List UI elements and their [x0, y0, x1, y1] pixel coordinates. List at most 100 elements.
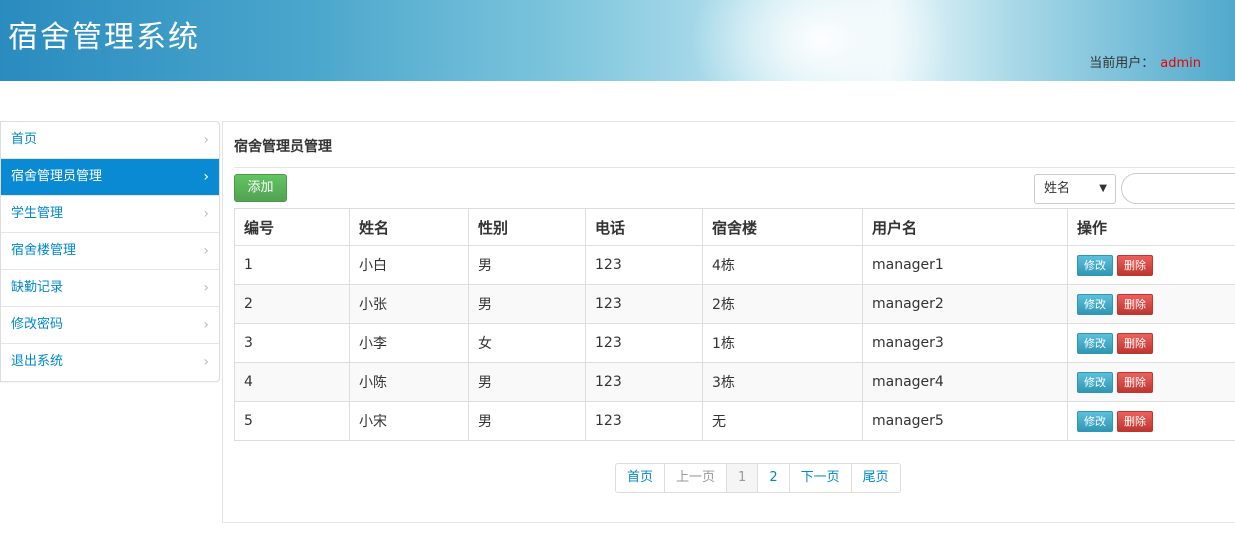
chevron-right-icon: › — [203, 132, 209, 148]
caret-down-icon: ▼ — [1099, 183, 1107, 194]
cell-username: manager4 — [862, 362, 1068, 402]
header-banner: 宿舍管理系统 当前用户： admin — [0, 0, 1235, 81]
current-user-label: 当前用户： — [1089, 56, 1155, 71]
sidebar-item-dorm-manager[interactable]: 宿舍管理员管理 › — [1, 159, 219, 196]
edit-button[interactable]: 修改 — [1077, 332, 1113, 354]
column-header: 宿舍楼 — [702, 208, 863, 246]
delete-button[interactable]: 删除 — [1117, 410, 1153, 432]
chevron-right-icon: › — [203, 169, 209, 185]
column-header: 操作 — [1067, 208, 1235, 246]
edit-button[interactable]: 修改 — [1077, 254, 1113, 276]
table-row: 3 小李 女 123 1栋 manager3 修改 删除 — [234, 323, 1235, 363]
cell-building: 4栋 — [702, 245, 863, 285]
page-number-link[interactable]: 2 — [757, 464, 788, 492]
page-next-link[interactable]: 下一页 — [788, 464, 851, 492]
cell-building: 2栋 — [702, 284, 863, 324]
cell-gender: 男 — [468, 284, 586, 324]
cell-id: 1 — [234, 245, 350, 285]
table-row: 2 小张 男 123 2栋 manager2 修改 删除 — [234, 284, 1235, 324]
cell-gender: 男 — [468, 245, 586, 285]
table-row: 1 小白 男 123 4栋 manager1 修改 删除 — [234, 245, 1235, 285]
table-header-row: 编号 姓名 性别 电话 宿舍楼 用户名 操作 — [234, 208, 1235, 246]
delete-button[interactable]: 删除 — [1117, 254, 1153, 276]
page-number-current: 1 — [726, 464, 758, 492]
add-button[interactable]: 添加 — [234, 174, 287, 202]
app-title: 宿舍管理系统 — [8, 20, 200, 55]
chevron-right-icon: › — [203, 280, 209, 296]
cell-phone: 123 — [585, 284, 703, 324]
cell-building: 无 — [702, 401, 863, 441]
sidebar-item-logout[interactable]: 退出系统 › — [1, 344, 219, 381]
sidebar-item-label: 学生管理 — [11, 206, 64, 221]
column-header: 编号 — [234, 208, 350, 246]
page-title: 宿舍管理员管理 — [234, 139, 332, 155]
column-header: 用户名 — [862, 208, 1068, 246]
current-user-name: admin — [1160, 56, 1201, 71]
cell-actions: 修改 删除 — [1067, 245, 1235, 285]
sidebar-item-label: 首页 — [11, 132, 38, 147]
sidebar-item-label: 修改密码 — [11, 317, 64, 332]
main-panel: 宿舍管理员管理 添加 姓名 ▼ 编号 姓名 性别 电话 宿舍楼 用户名 操作 1… — [222, 121, 1235, 523]
sidebar-item-label: 退出系统 — [11, 354, 64, 369]
cell-actions: 修改 删除 — [1067, 401, 1235, 441]
chevron-right-icon: › — [203, 354, 209, 370]
cell-phone: 123 — [585, 362, 703, 402]
cell-gender: 女 — [468, 323, 586, 363]
delete-button[interactable]: 删除 — [1117, 332, 1153, 354]
pagination: 首页 上一页 1 2 下一页 尾页 — [615, 463, 901, 493]
cell-phone: 123 — [585, 401, 703, 441]
cell-id: 5 — [234, 401, 350, 441]
page-last-link[interactable]: 尾页 — [850, 464, 900, 492]
cell-actions: 修改 删除 — [1067, 323, 1235, 363]
page-prev-link: 上一页 — [664, 464, 726, 492]
cell-phone: 123 — [585, 323, 703, 363]
sidebar-item-label: 宿舍楼管理 — [11, 243, 77, 258]
cell-actions: 修改 删除 — [1067, 284, 1235, 324]
divider — [234, 167, 1235, 168]
sidebar-item-students[interactable]: 学生管理 › — [1, 196, 219, 233]
cell-id: 3 — [234, 323, 350, 363]
delete-button[interactable]: 删除 — [1117, 371, 1153, 393]
edit-button[interactable]: 修改 — [1077, 371, 1113, 393]
column-header: 姓名 — [349, 208, 469, 246]
cell-actions: 修改 删除 — [1067, 362, 1235, 402]
sidebar-item-label: 宿舍管理员管理 — [11, 169, 103, 184]
sidebar-item-buildings[interactable]: 宿舍楼管理 › — [1, 233, 219, 270]
sidebar-nav: 首页 › 宿舍管理员管理 › 学生管理 › 宿舍楼管理 › 缺勤记录 › 修改密… — [0, 121, 220, 382]
sidebar-item-label: 缺勤记录 — [11, 280, 64, 295]
search-field-value: 姓名 — [1044, 181, 1071, 196]
sidebar-item-home[interactable]: 首页 › — [1, 122, 219, 159]
column-header: 性别 — [468, 208, 586, 246]
chevron-right-icon: › — [203, 243, 209, 259]
cell-name: 小陈 — [349, 362, 469, 402]
cell-building: 3栋 — [702, 362, 863, 402]
table-row: 4 小陈 男 123 3栋 manager4 修改 删除 — [234, 362, 1235, 402]
edit-button[interactable]: 修改 — [1077, 410, 1113, 432]
delete-button[interactable]: 删除 — [1117, 293, 1153, 315]
cell-username: manager2 — [862, 284, 1068, 324]
search-input[interactable] — [1121, 173, 1235, 204]
cell-building: 1栋 — [702, 323, 863, 363]
cell-name: 小白 — [349, 245, 469, 285]
sidebar-item-password[interactable]: 修改密码 › — [1, 307, 219, 344]
cell-phone: 123 — [585, 245, 703, 285]
page-first-link[interactable]: 首页 — [616, 464, 664, 492]
column-header: 电话 — [585, 208, 703, 246]
edit-button[interactable]: 修改 — [1077, 293, 1113, 315]
cell-name: 小张 — [349, 284, 469, 324]
current-user-info: 当前用户： admin — [1089, 52, 1201, 71]
cell-id: 2 — [234, 284, 350, 324]
cell-name: 小宋 — [349, 401, 469, 441]
chevron-right-icon: › — [203, 206, 209, 222]
cell-id: 4 — [234, 362, 350, 402]
cell-username: manager5 — [862, 401, 1068, 441]
cell-gender: 男 — [468, 362, 586, 402]
cell-name: 小李 — [349, 323, 469, 363]
search-field-select[interactable]: 姓名 ▼ — [1034, 174, 1116, 204]
manager-table: 编号 姓名 性别 电话 宿舍楼 用户名 操作 1 小白 男 123 4栋 man… — [234, 208, 1235, 441]
chevron-right-icon: › — [203, 317, 209, 333]
cell-username: manager3 — [862, 323, 1068, 363]
sidebar-item-absence[interactable]: 缺勤记录 › — [1, 270, 219, 307]
cell-gender: 男 — [468, 401, 586, 441]
cell-username: manager1 — [862, 245, 1068, 285]
